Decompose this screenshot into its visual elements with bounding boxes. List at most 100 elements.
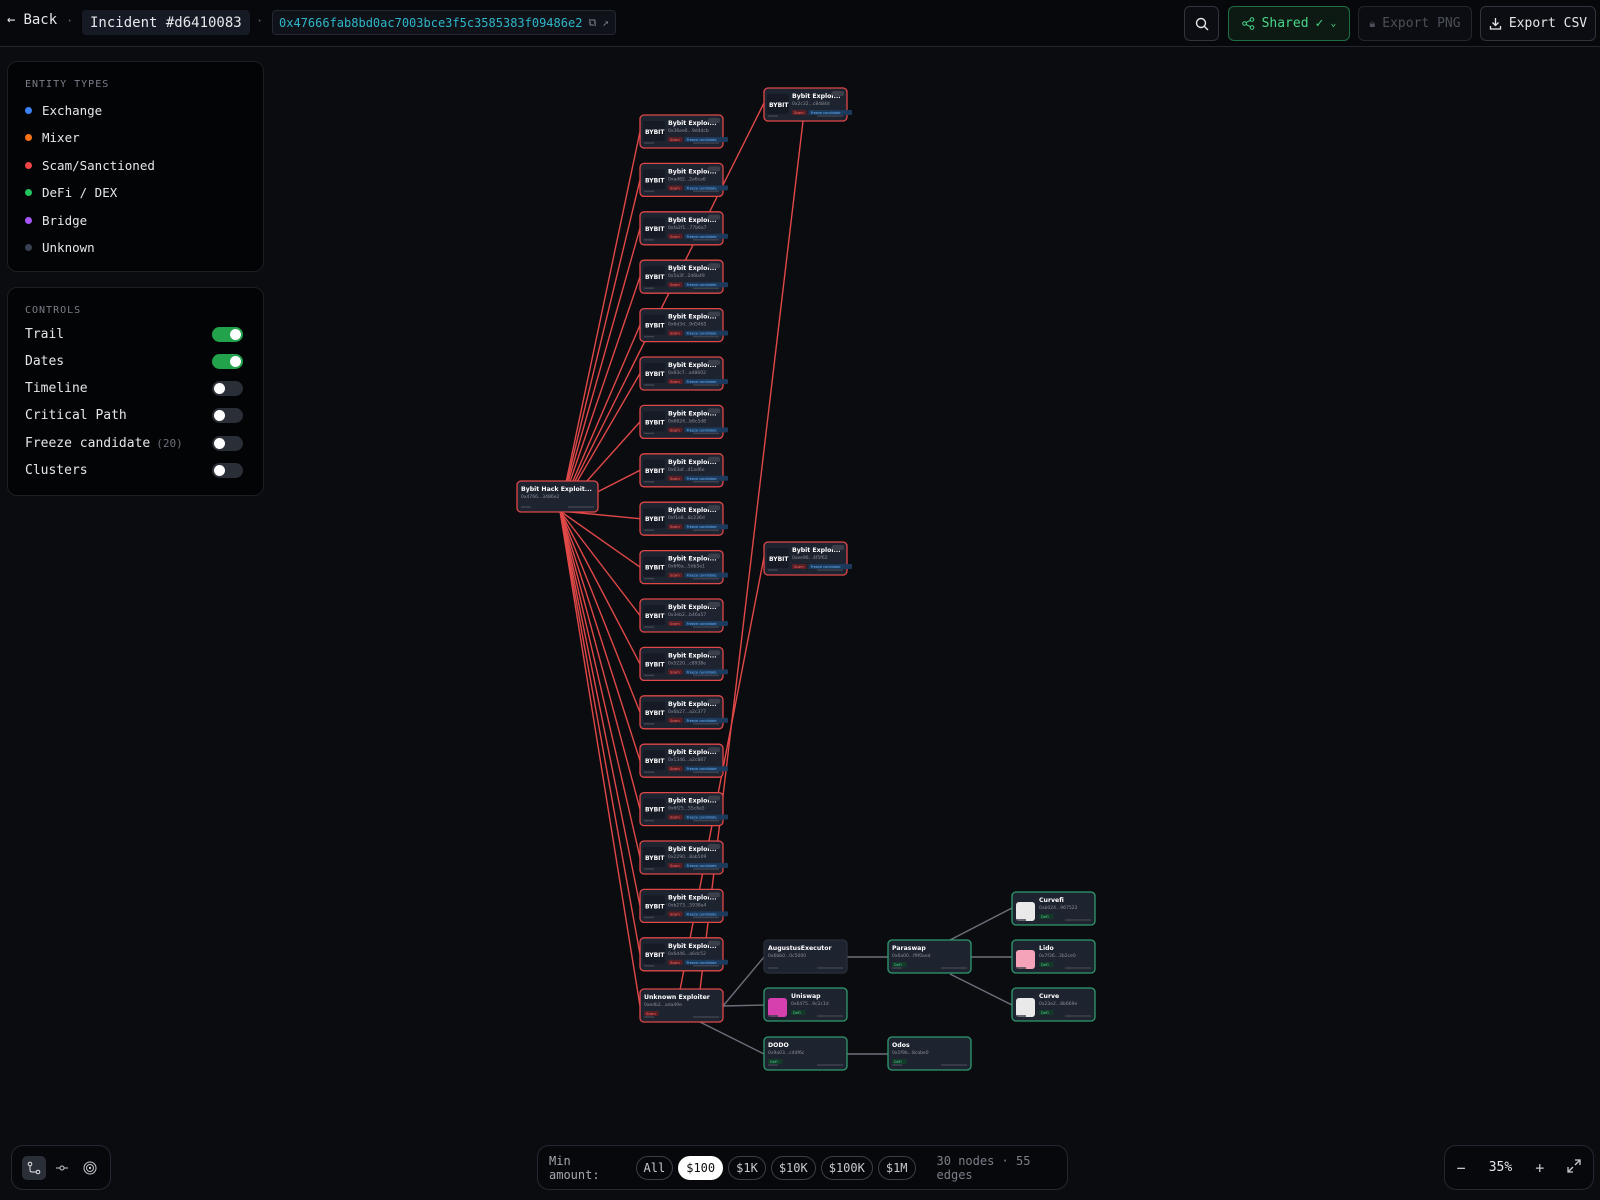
node-badge-text: Scam (670, 912, 680, 916)
graph-node-exploiter[interactable]: BYBITBybit Exploi...0x6b27...a2c377Scam F… (639, 695, 728, 730)
graph-node-defi[interactable]: Curvefi0xb024...967522 DeFi (1011, 891, 1096, 926)
filter-chip-1m[interactable]: $1M (877, 1155, 916, 1180)
graph-node-exploiter[interactable]: BYBITBybit Exploi...0xf1e8...8c236dScam F… (639, 501, 728, 536)
graph-node-exploiter[interactable]: BYBITBybit Exploi...0x5a3f...2d6b49Scam F… (639, 259, 728, 294)
graph-node-exploiter[interactable]: BYBITBybit Exploi...0x2290...8ab509Scam F… (639, 840, 728, 875)
graph-node-defi[interactable]: Uniswap0x6475...9c2c1d DeFi (763, 987, 848, 1022)
node-badge-text: Freeze candidate (687, 525, 717, 529)
zoom-in-button[interactable]: + (1535, 1159, 1544, 1177)
node-menu-icon[interactable] (708, 408, 720, 414)
flow-edge[interactable] (559, 510, 641, 1007)
node-menu-icon[interactable] (708, 747, 720, 753)
flow-edge[interactable] (559, 510, 641, 810)
external-link-icon[interactable]: ↗ (602, 16, 609, 29)
node-menu-icon[interactable] (708, 650, 720, 656)
export-png-button[interactable]: 🔒︎ Export PNG (1358, 6, 1472, 41)
flow-edge[interactable] (949, 907, 1013, 941)
radial-layout-button[interactable] (78, 1156, 102, 1180)
graph-node-exploiter[interactable]: BYBITBybit Exploi...0xee96...4f5f62Scam F… (763, 541, 852, 576)
node-address: 0x3eb2...b46a57 (668, 612, 706, 618)
graph-node-exploiter[interactable]: BYBITBybit Exploi...0xb273...5938a4Scam F… (639, 888, 728, 924)
node-badge-text: Scam (670, 525, 680, 529)
flow-edge[interactable] (559, 510, 641, 761)
node-menu-icon[interactable] (708, 505, 720, 511)
node-menu-icon[interactable] (832, 91, 844, 96)
node-badge-text: Scam (646, 1012, 656, 1016)
lock-icon: 🔒︎ (1369, 16, 1376, 30)
flow-edge[interactable] (559, 510, 641, 955)
node-menu-icon[interactable] (708, 698, 720, 704)
filter-chip-1k[interactable]: $1K (728, 1155, 766, 1180)
filter-chip-100[interactable]: $100 (678, 1155, 724, 1180)
flow-edge[interactable] (722, 956, 765, 1007)
graph-node-exploiter[interactable]: BYBITBybit Exploi...0x63af...41ad6eScam F… (639, 453, 728, 488)
bybit-logo-icon: BYBIT (645, 710, 665, 717)
zoom-out-button[interactable]: − (1457, 1159, 1466, 1177)
flow-edge[interactable] (559, 179, 641, 512)
graph-node-defi[interactable]: DODO0x9a03...c4df6c DeFi (763, 1036, 848, 1071)
node-menu-icon[interactable] (708, 892, 720, 898)
filter-chip-100k[interactable]: $100K (820, 1155, 873, 1180)
target-icon (83, 1161, 97, 1174)
graph-node-exploiter[interactable]: BYBITBybit Exploi...0x1346...a2c887Scam F… (639, 743, 728, 778)
graph-node-exploiter[interactable]: BYBITBybit Exploi...0x2c32...c8484dScam F… (763, 87, 852, 122)
node-menu-icon[interactable] (708, 602, 720, 607)
filter-chip-10k[interactable]: $10K (770, 1155, 816, 1180)
node-menu-icon[interactable] (708, 456, 720, 462)
graph-node-exploiter[interactable]: BYBITBybit Exploi...0x83c7...a48602Scam F… (639, 356, 728, 391)
flow-edge[interactable] (559, 228, 641, 512)
node-address: 0x6f25...55c8a5 (668, 806, 705, 812)
filter-chip-all[interactable]: All (635, 1155, 674, 1180)
node-menu-icon[interactable] (832, 545, 844, 550)
flow-edge[interactable] (949, 973, 1013, 1006)
graph-node-root[interactable]: Bybit Hack Exploit...0x4766...3486e2 (516, 480, 599, 513)
node-menu-icon[interactable] (708, 795, 720, 801)
graph-node-defi[interactable]: Odos0x1f9b...8cabe0 DeFi (887, 1036, 972, 1071)
node-badge-text: DeFi (894, 963, 902, 967)
graph-node-defi[interactable]: Paraswap0x6a00...f9f0aed DeFi (887, 939, 972, 974)
node-menu-icon[interactable] (708, 263, 720, 269)
tree-layout-button[interactable] (22, 1155, 46, 1180)
shared-button[interactable]: Shared ✓ ⌄ (1228, 6, 1350, 41)
graph-node-exploiter[interactable]: BYBITBybit Exploi...0x6d46...a6dc52Scam F… (639, 937, 728, 972)
node-badge-text: Freeze candidate (687, 670, 717, 674)
graph-node-exploiter[interactable]: BYBITBybit Exploi...0x6624...b6c5d8Scam F… (639, 404, 728, 440)
node-menu-icon[interactable] (708, 844, 720, 849)
node-badge-text: Scam (670, 961, 680, 965)
flow-edge[interactable] (559, 510, 641, 907)
linear-layout-button[interactable] (50, 1156, 74, 1180)
graph-node-defi[interactable]: Curve0x23e2...8b669e DeFi (1011, 987, 1096, 1022)
graph-node-exploiter[interactable]: BYBITBybit Exploi...0x36ee6...9d4dcbScam… (639, 114, 728, 149)
fit-screen-button[interactable] (1567, 1158, 1582, 1177)
search-button[interactable] (1184, 6, 1219, 41)
flow-edge[interactable] (699, 1021, 765, 1055)
node-menu-icon[interactable] (708, 214, 720, 220)
graph-node-exploiter[interactable]: BYBITBybit Exploi...0x5220...c8938eScam F… (639, 646, 728, 682)
node-menu-icon[interactable] (708, 166, 720, 172)
node-menu-icon[interactable] (708, 118, 720, 123)
flow-graph-canvas[interactable]: Bybit Hack Exploit...0x4766...3486e2 BYBI… (0, 47, 1600, 1137)
node-title: Unknown Exploiter (644, 994, 711, 1001)
graph-node-exploiter[interactable]: BYBITBybit Exploi...0x6d3d...9d5465Scam F… (639, 307, 728, 343)
graph-node-exploiter[interactable]: BYBITBybit Exploi...0xfa2f1...77b6a7Scam… (639, 211, 728, 246)
flow-edge[interactable] (559, 131, 641, 512)
graph-node-exploiter[interactable]: BYBITBybit Exploi...0xad82...2a6ca6Scam F… (639, 162, 728, 198)
export-csv-button[interactable]: Export CSV (1480, 6, 1596, 41)
node-badge-text: Scam (670, 670, 680, 674)
node-menu-icon[interactable] (708, 311, 720, 317)
node-menu-icon[interactable] (708, 940, 720, 946)
copy-icon[interactable]: ⧉ (588, 16, 596, 30)
flow-edge[interactable] (559, 510, 641, 568)
graph-node-defi[interactable]: Lido0x7f36...3b2ce0 DeFi (1011, 939, 1096, 974)
node-menu-icon[interactable] (708, 360, 720, 365)
back-button[interactable]: ← Back (7, 12, 57, 28)
graph-node-defi[interactable]: AugustusExecutor0x6bb0...0c5000 (763, 939, 848, 974)
bybit-logo-icon: BYBIT (645, 468, 665, 475)
graph-node-exploiter[interactable]: BYBITBybit Exploi...0x6f25...55c8a5Scam F… (639, 791, 728, 827)
flow-edge[interactable] (722, 1004, 765, 1007)
graph-node-exploiter[interactable]: BYBITBybit Exploi...0x6f6a...5db5e1Scam F… (639, 549, 728, 585)
node-menu-icon[interactable] (708, 553, 720, 559)
graph-node-exploiter[interactable]: BYBITBybit Exploi...0x3eb2...b46a57Scam F… (639, 598, 728, 633)
graph-node-unknown-exploiter[interactable]: Unknown Exploiter0xedb2...ada49e Scam (639, 988, 724, 1023)
node-badge-text: Scam (670, 864, 680, 868)
